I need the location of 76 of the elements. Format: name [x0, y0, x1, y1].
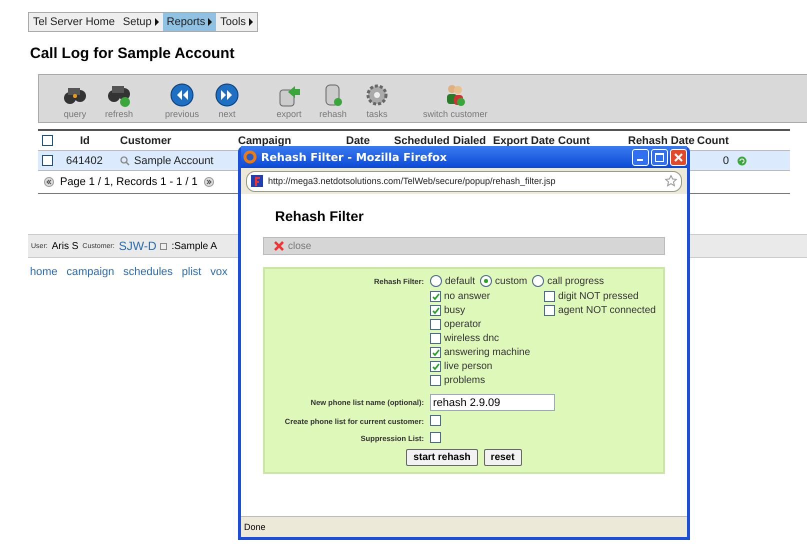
status-text: Done — [244, 522, 266, 532]
column-header: Count — [697, 134, 729, 146]
list-name-field[interactable]: rehash 2.9.09 — [430, 394, 555, 411]
page-title: Call Log for Sample Account — [30, 45, 236, 62]
checkbox[interactable] — [430, 305, 441, 316]
checkbox[interactable] — [544, 305, 556, 316]
select-all-checkbox[interactable] — [42, 135, 53, 146]
column-header: Id — [79, 134, 90, 146]
nav-link[interactable]: schedules — [123, 266, 173, 278]
browser-logo-icon — [243, 150, 257, 164]
pagination-text: Page 1 / 1, Records 1 - 1 / 1 — [60, 176, 198, 188]
table-cell: Sample Account — [134, 154, 214, 166]
checkbox[interactable] — [430, 291, 441, 302]
checkbox[interactable] — [430, 375, 441, 386]
checkbox[interactable] — [544, 291, 556, 302]
menu-item[interactable]: Reports — [162, 13, 216, 31]
dialog-heading: Rehash Filter — [275, 208, 365, 224]
column-header: Campaign — [238, 134, 292, 146]
menu-item[interactable]: Setup — [118, 13, 163, 31]
checkbox[interactable] — [430, 319, 441, 330]
nav-link[interactable]: home — [30, 266, 58, 278]
checkbox-option[interactable]: live person — [430, 361, 530, 372]
close-icon — [274, 241, 284, 251]
checkbox-option[interactable]: digit NOT pressed — [544, 291, 656, 302]
maximize-icon — [655, 152, 664, 162]
checkbox-option[interactable]: wireless dnc — [430, 333, 530, 344]
checkbox[interactable] — [430, 333, 441, 344]
column-header: Customer — [120, 134, 172, 146]
first-page-icon[interactable] — [44, 177, 54, 187]
form-button[interactable]: reset — [484, 449, 522, 466]
star-icon[interactable] — [665, 175, 677, 187]
column-header: Scheduled — [394, 134, 450, 146]
radio-option[interactable]: default — [430, 275, 476, 287]
radio-option[interactable]: call progress — [532, 275, 604, 287]
table-cell-text: 641402 — [65, 154, 103, 166]
column-header: Dialed — [453, 134, 486, 146]
gear-icon — [364, 82, 390, 108]
window-title: Rehash Filter - Mozilla Firefox — [261, 150, 447, 164]
menu-item[interactable]: Tel Server Home — [29, 13, 119, 31]
user-name: Aris S — [52, 240, 78, 252]
checkbox[interactable] — [430, 361, 441, 372]
checkbox-option[interactable]: no answer — [430, 291, 530, 302]
menu-item[interactable]: Tools — [216, 13, 257, 31]
url-field[interactable]: http://mega3.netdotsolutions.com/TelWeb/secure/popup/rehash_filter.jsp — [246, 170, 682, 192]
nav-link[interactable]: vox — [210, 266, 228, 278]
radio-option[interactable]: custom — [480, 275, 528, 287]
table-cell: 0 — [722, 154, 729, 166]
column-header: Rehash Date — [628, 134, 695, 146]
customer-code: SJW-D — [118, 239, 156, 253]
column-header: Date — [346, 134, 370, 146]
checkbox[interactable] — [430, 432, 441, 443]
minimize-button[interactable] — [632, 148, 649, 166]
row-checkbox[interactable] — [42, 155, 53, 166]
square-icon — [160, 242, 168, 250]
search-icon[interactable] — [120, 156, 130, 166]
close-icon — [674, 152, 683, 162]
forward-icon — [214, 82, 240, 108]
last-page-icon[interactable] — [204, 177, 214, 187]
checkbox-option[interactable]: answering machine — [430, 347, 530, 358]
checkbox-option[interactable]: operator — [430, 319, 530, 330]
column-header: Count — [558, 134, 590, 146]
rewind-icon — [169, 82, 196, 108]
nav-link[interactable]: campaign — [66, 266, 114, 278]
refresh-icon[interactable] — [737, 156, 747, 166]
maximize-button[interactable] — [651, 148, 668, 166]
column-header: Export Date — [493, 134, 555, 146]
close-button[interactable] — [670, 148, 687, 166]
checkbox[interactable] — [430, 415, 441, 426]
checkbox-option[interactable]: problems — [430, 375, 530, 386]
checkbox[interactable] — [430, 347, 441, 358]
nav-link[interactable]: plist — [182, 266, 202, 278]
checkbox-option[interactable]: agent NOT connected — [544, 305, 656, 316]
form-button[interactable]: start rehash — [406, 449, 478, 466]
site-icon — [251, 175, 263, 187]
checkbox-option[interactable]: busy — [430, 305, 530, 316]
customer-name: :Sample A — [171, 240, 218, 252]
